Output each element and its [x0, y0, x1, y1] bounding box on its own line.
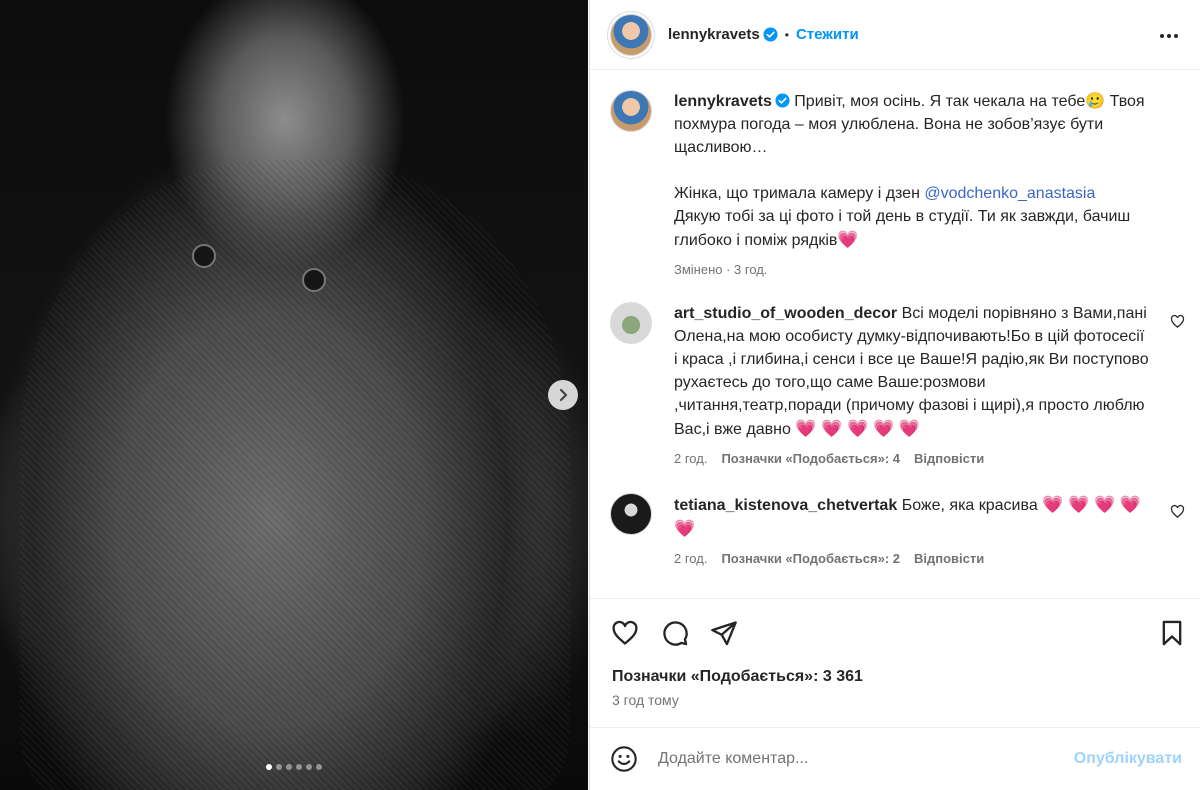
comment-time: 2 год.	[674, 451, 708, 466]
comment-likes[interactable]: Позначки «Подобається»: 2	[721, 551, 900, 566]
caption-body: lennykravets Привіт, моя осінь. Я так че…	[674, 90, 1170, 252]
carousel-dot	[266, 764, 272, 770]
caption-avatar[interactable]	[610, 90, 652, 132]
caption-mention[interactable]: @vodchenko_anastasia	[924, 185, 1095, 202]
comment-meta: 2 год. Позначки «Подобається»: 2 Відпові…	[674, 551, 1150, 566]
caption-emoji-1: 🥲	[1085, 93, 1106, 110]
commenter-avatar[interactable]	[610, 302, 652, 344]
smiley-icon[interactable]	[610, 745, 638, 773]
carousel-dot	[276, 764, 282, 770]
post-media[interactable]	[0, 0, 588, 790]
caption-emoji-2: 💗	[837, 230, 859, 249]
commenter-avatar[interactable]	[610, 493, 652, 535]
comment-item: tetiana_kistenova_chetvertak Боже, яка к…	[610, 493, 1150, 566]
comment-like-heart-icon[interactable]	[1170, 314, 1185, 329]
carousel-next-button[interactable]	[548, 380, 578, 410]
more-horizontal-icon	[1160, 34, 1178, 38]
caption-text-1: Привіт, моя осінь. Я так чекала на тебе	[794, 93, 1086, 110]
coat-texture	[20, 160, 570, 790]
caption-text-3: Жінка, що тримала камеру і дзен	[674, 185, 925, 202]
send-icon[interactable]	[710, 619, 738, 647]
comment-input[interactable]	[658, 750, 1048, 768]
post-caption: lennykravets Привіт, моя осінь. Я так че…	[610, 90, 1170, 277]
comment-username[interactable]: tetiana_kistenova_chetvertak	[674, 497, 897, 514]
comments-list[interactable]: lennykravets Привіт, моя осінь. Я так че…	[590, 70, 1200, 598]
comment-likes[interactable]: Позначки «Подобається»: 4	[721, 451, 900, 466]
carousel-indicator	[0, 764, 588, 770]
publish-button[interactable]: Опублікувати	[1074, 750, 1182, 768]
comment-username[interactable]: art_studio_of_wooden_decor	[674, 305, 897, 322]
comment-composer: Опублікувати	[590, 727, 1200, 790]
carousel-dot	[316, 764, 322, 770]
heart-icon[interactable]	[611, 619, 639, 647]
post-time: 3 год тому	[612, 692, 679, 708]
author-username[interactable]: lennykravets	[668, 26, 760, 43]
coat-button-right	[302, 268, 326, 292]
comment-time: 2 год.	[674, 551, 708, 566]
comment-icon[interactable]	[661, 619, 689, 647]
chevron-right-icon	[559, 388, 568, 402]
author-avatar[interactable]	[610, 13, 652, 56]
reply-button[interactable]: Відповісти	[914, 551, 984, 566]
caption-edited-time: Змінено · 3 год.	[674, 262, 768, 277]
verified-badge-icon	[775, 93, 790, 108]
caption-text-4: Дякую тобі за ці фото і той день в студі…	[674, 208, 1131, 249]
verified-badge-icon	[763, 27, 778, 42]
comment-body: tetiana_kistenova_chetvertak Боже, яка к…	[674, 493, 1150, 541]
comment-like-heart-icon[interactable]	[1170, 504, 1185, 519]
comment-text: Боже, яка красива	[901, 497, 1038, 514]
bookmark-icon[interactable]	[1158, 619, 1186, 647]
post-actions	[590, 598, 1200, 728]
follow-button[interactable]: Стежити	[796, 26, 859, 43]
coat-button-left	[192, 244, 216, 268]
likes-count[interactable]: Позначки «Подобається»: 3 361	[612, 668, 863, 686]
comment-item: art_studio_of_wooden_decor Всі моделі по…	[610, 302, 1150, 466]
carousel-dot	[306, 764, 312, 770]
comment-body: art_studio_of_wooden_decor Всі моделі по…	[674, 302, 1150, 441]
more-options-button[interactable]	[1157, 24, 1181, 48]
reply-button[interactable]: Відповісти	[914, 451, 984, 466]
header-separator: •	[784, 27, 789, 42]
carousel-dot	[286, 764, 292, 770]
caption-username[interactable]: lennykravets	[674, 93, 772, 110]
caption-meta: Змінено · 3 год.	[674, 262, 1170, 277]
post-header: lennykravets • Стежити	[590, 0, 1200, 70]
carousel-dot	[296, 764, 302, 770]
comment-emojis: 💗 💗 💗 💗 💗	[795, 419, 921, 438]
post-side-panel: lennykravets • Стежити lennykravets Прив…	[589, 0, 1200, 790]
comment-meta: 2 год. Позначки «Подобається»: 4 Відпові…	[674, 451, 1150, 466]
